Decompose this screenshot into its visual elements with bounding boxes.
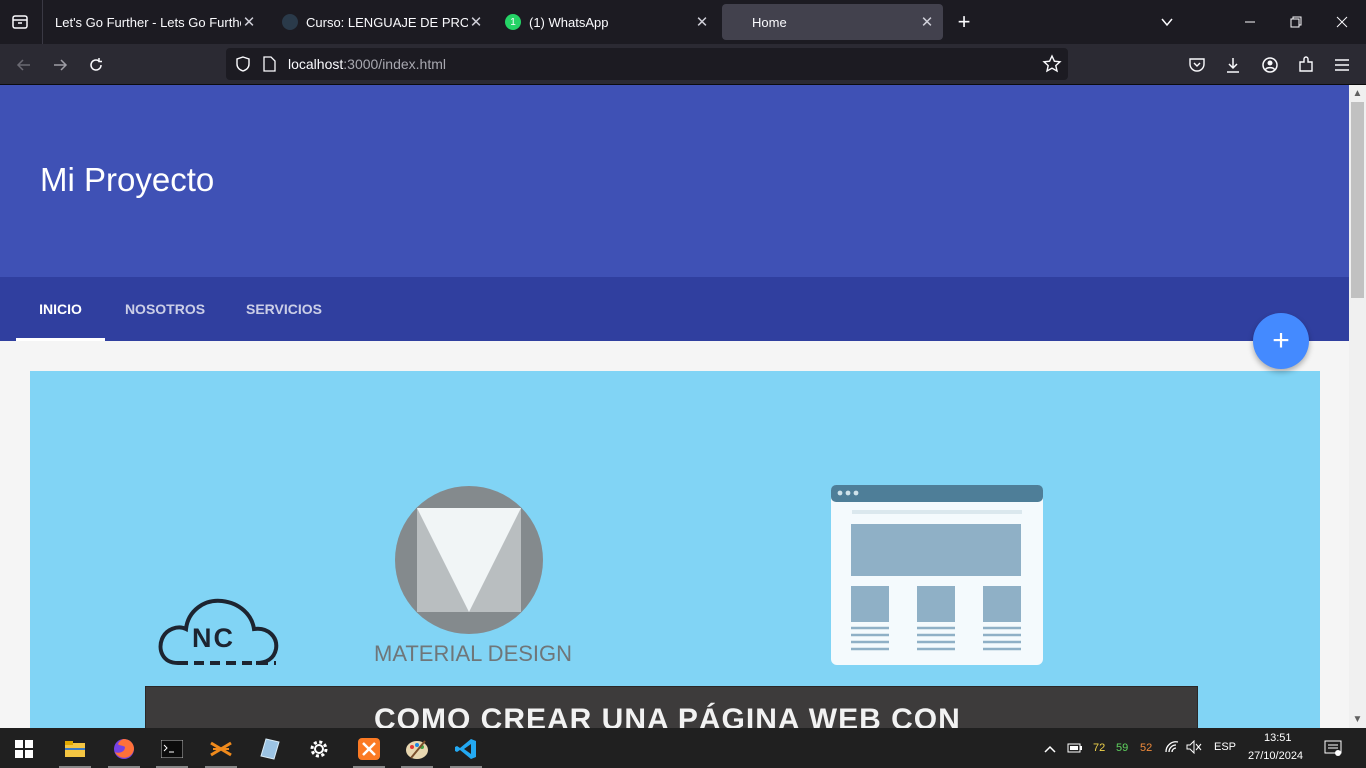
restore-icon[interactable]	[1283, 9, 1309, 35]
material-design-logo	[395, 486, 543, 634]
terminal-icon[interactable]	[153, 734, 191, 768]
close-icon[interactable]: ✕	[468, 13, 484, 31]
url-bar[interactable]: localhost:3000/index.html	[226, 48, 1068, 80]
clock-date[interactable]: 27/10/2024	[1248, 750, 1303, 762]
language-indicator[interactable]: ESP	[1214, 741, 1236, 753]
pocket-icon[interactable]	[1184, 52, 1210, 78]
tab-title: Curso: LENGUAJE DE PROGRAMACIÓN	[306, 14, 468, 30]
material-design-label: MATERIAL DESIGN	[374, 641, 573, 666]
clock-time[interactable]: 13:51	[1264, 732, 1292, 744]
page-tab-bar: INICIO NOSOTROS SERVICIOS	[0, 277, 1349, 341]
xampp-cross-icon[interactable]	[202, 734, 240, 768]
firefox-icon[interactable]	[105, 734, 143, 768]
volume-muted-icon[interactable]	[1186, 739, 1202, 759]
tab-inicio[interactable]: INICIO	[16, 277, 105, 341]
hero-banner-image: NC MATERIAL DESIGN COMO CREAR UNA PÁGINA…	[30, 371, 1320, 728]
minimize-icon[interactable]	[1237, 9, 1263, 35]
banner-headline: COMO CREAR UNA PÁGINA WEB CON	[374, 703, 961, 728]
paint-palette-icon[interactable]	[398, 734, 436, 768]
navigation-toolbar: localhost:3000/index.html	[0, 44, 1366, 85]
url-path: :3000/index.html	[343, 56, 446, 72]
notifications-icon[interactable]	[1324, 740, 1342, 761]
reload-icon[interactable]	[83, 52, 109, 78]
tab-servicios[interactable]: SERVICIOS	[234, 277, 334, 341]
page-title: Mi Proyecto	[40, 161, 215, 198]
cpu-temp-1: 72	[1093, 742, 1106, 754]
url-host: localhost	[288, 56, 344, 72]
new-tab-button[interactable]: +	[951, 9, 977, 35]
taskbar: 72 59 52 ESP 13:51 27/10/2024	[0, 728, 1366, 768]
tab-label: NOSOTROS	[124, 301, 206, 317]
windows-start-icon[interactable]	[5, 734, 43, 764]
notes-app-icon[interactable]	[251, 734, 289, 764]
tab-title: Let's Go Further - Lets Go Further - A	[55, 14, 241, 30]
browser-tab-strip: Let's Go Further - Lets Go Further - A ✕…	[0, 0, 1366, 44]
battery-icon[interactable]	[1067, 741, 1083, 759]
extensions-icon[interactable]	[1293, 52, 1319, 78]
close-window-icon[interactable]	[1329, 9, 1355, 35]
menu-icon[interactable]	[1329, 52, 1355, 78]
tab-title: Home	[752, 14, 787, 30]
cpu-temp-3: 52	[1140, 742, 1153, 754]
vscode-icon[interactable]	[447, 734, 485, 768]
url-text: localhost:3000/index.html	[288, 56, 446, 72]
network-icon[interactable]	[1164, 740, 1180, 759]
tab-lets-go-further[interactable]: Let's Go Further - Lets Go Further - A ✕	[43, 4, 265, 40]
tab-label: SERVICIOS	[246, 301, 322, 317]
web-page: Mi Proyecto INICIO NOSOTROS SERVICIOS NC…	[0, 85, 1349, 728]
shield-icon[interactable]	[234, 55, 252, 78]
back-icon[interactable]	[11, 52, 37, 78]
tab-title: (1) WhatsApp	[529, 14, 609, 30]
tab-curso[interactable]: Curso: LENGUAJE DE PROGRAMACIÓN ✕	[270, 4, 492, 40]
scroll-down-icon[interactable]: ▼	[1349, 711, 1366, 728]
nc-logo-text: NC	[192, 623, 235, 653]
close-icon[interactable]: ✕	[694, 13, 710, 31]
page-info-icon[interactable]	[262, 56, 276, 77]
web-layout-illustration	[831, 485, 1043, 665]
close-icon[interactable]: ✕	[241, 13, 257, 31]
add-fab-button[interactable]: +	[1253, 313, 1309, 369]
course-favicon-icon	[282, 14, 298, 30]
settings-gear-icon[interactable]	[300, 734, 338, 764]
file-explorer-icon[interactable]	[56, 734, 94, 768]
forward-icon[interactable]	[47, 52, 73, 78]
bookmark-star-icon[interactable]	[1042, 54, 1062, 79]
scrollbar-thumb[interactable]	[1351, 102, 1364, 298]
xampp-control-icon[interactable]	[350, 734, 388, 768]
tab-whatsapp[interactable]: 1 (1) WhatsApp ✕	[493, 4, 718, 40]
tab-home[interactable]: Home ✕	[722, 4, 943, 40]
header: Mi Proyecto	[0, 85, 1349, 277]
chevron-up-icon[interactable]	[1043, 741, 1057, 759]
banner-headline-box: COMO CREAR UNA PÁGINA WEB CON	[145, 686, 1198, 728]
scroll-up-icon[interactable]: ▲	[1349, 85, 1366, 102]
list-all-tabs-icon[interactable]	[1154, 9, 1180, 35]
cpu-temp-2: 59	[1116, 742, 1129, 754]
tab-label: INICIO	[39, 301, 82, 317]
close-icon[interactable]: ✕	[919, 13, 935, 31]
whatsapp-icon: 1	[505, 14, 521, 30]
account-icon[interactable]	[1257, 52, 1283, 78]
tab-overview-icon[interactable]	[7, 9, 33, 35]
downloads-icon[interactable]	[1220, 52, 1246, 78]
tab-nosotros[interactable]: NOSOTROS	[113, 277, 217, 341]
